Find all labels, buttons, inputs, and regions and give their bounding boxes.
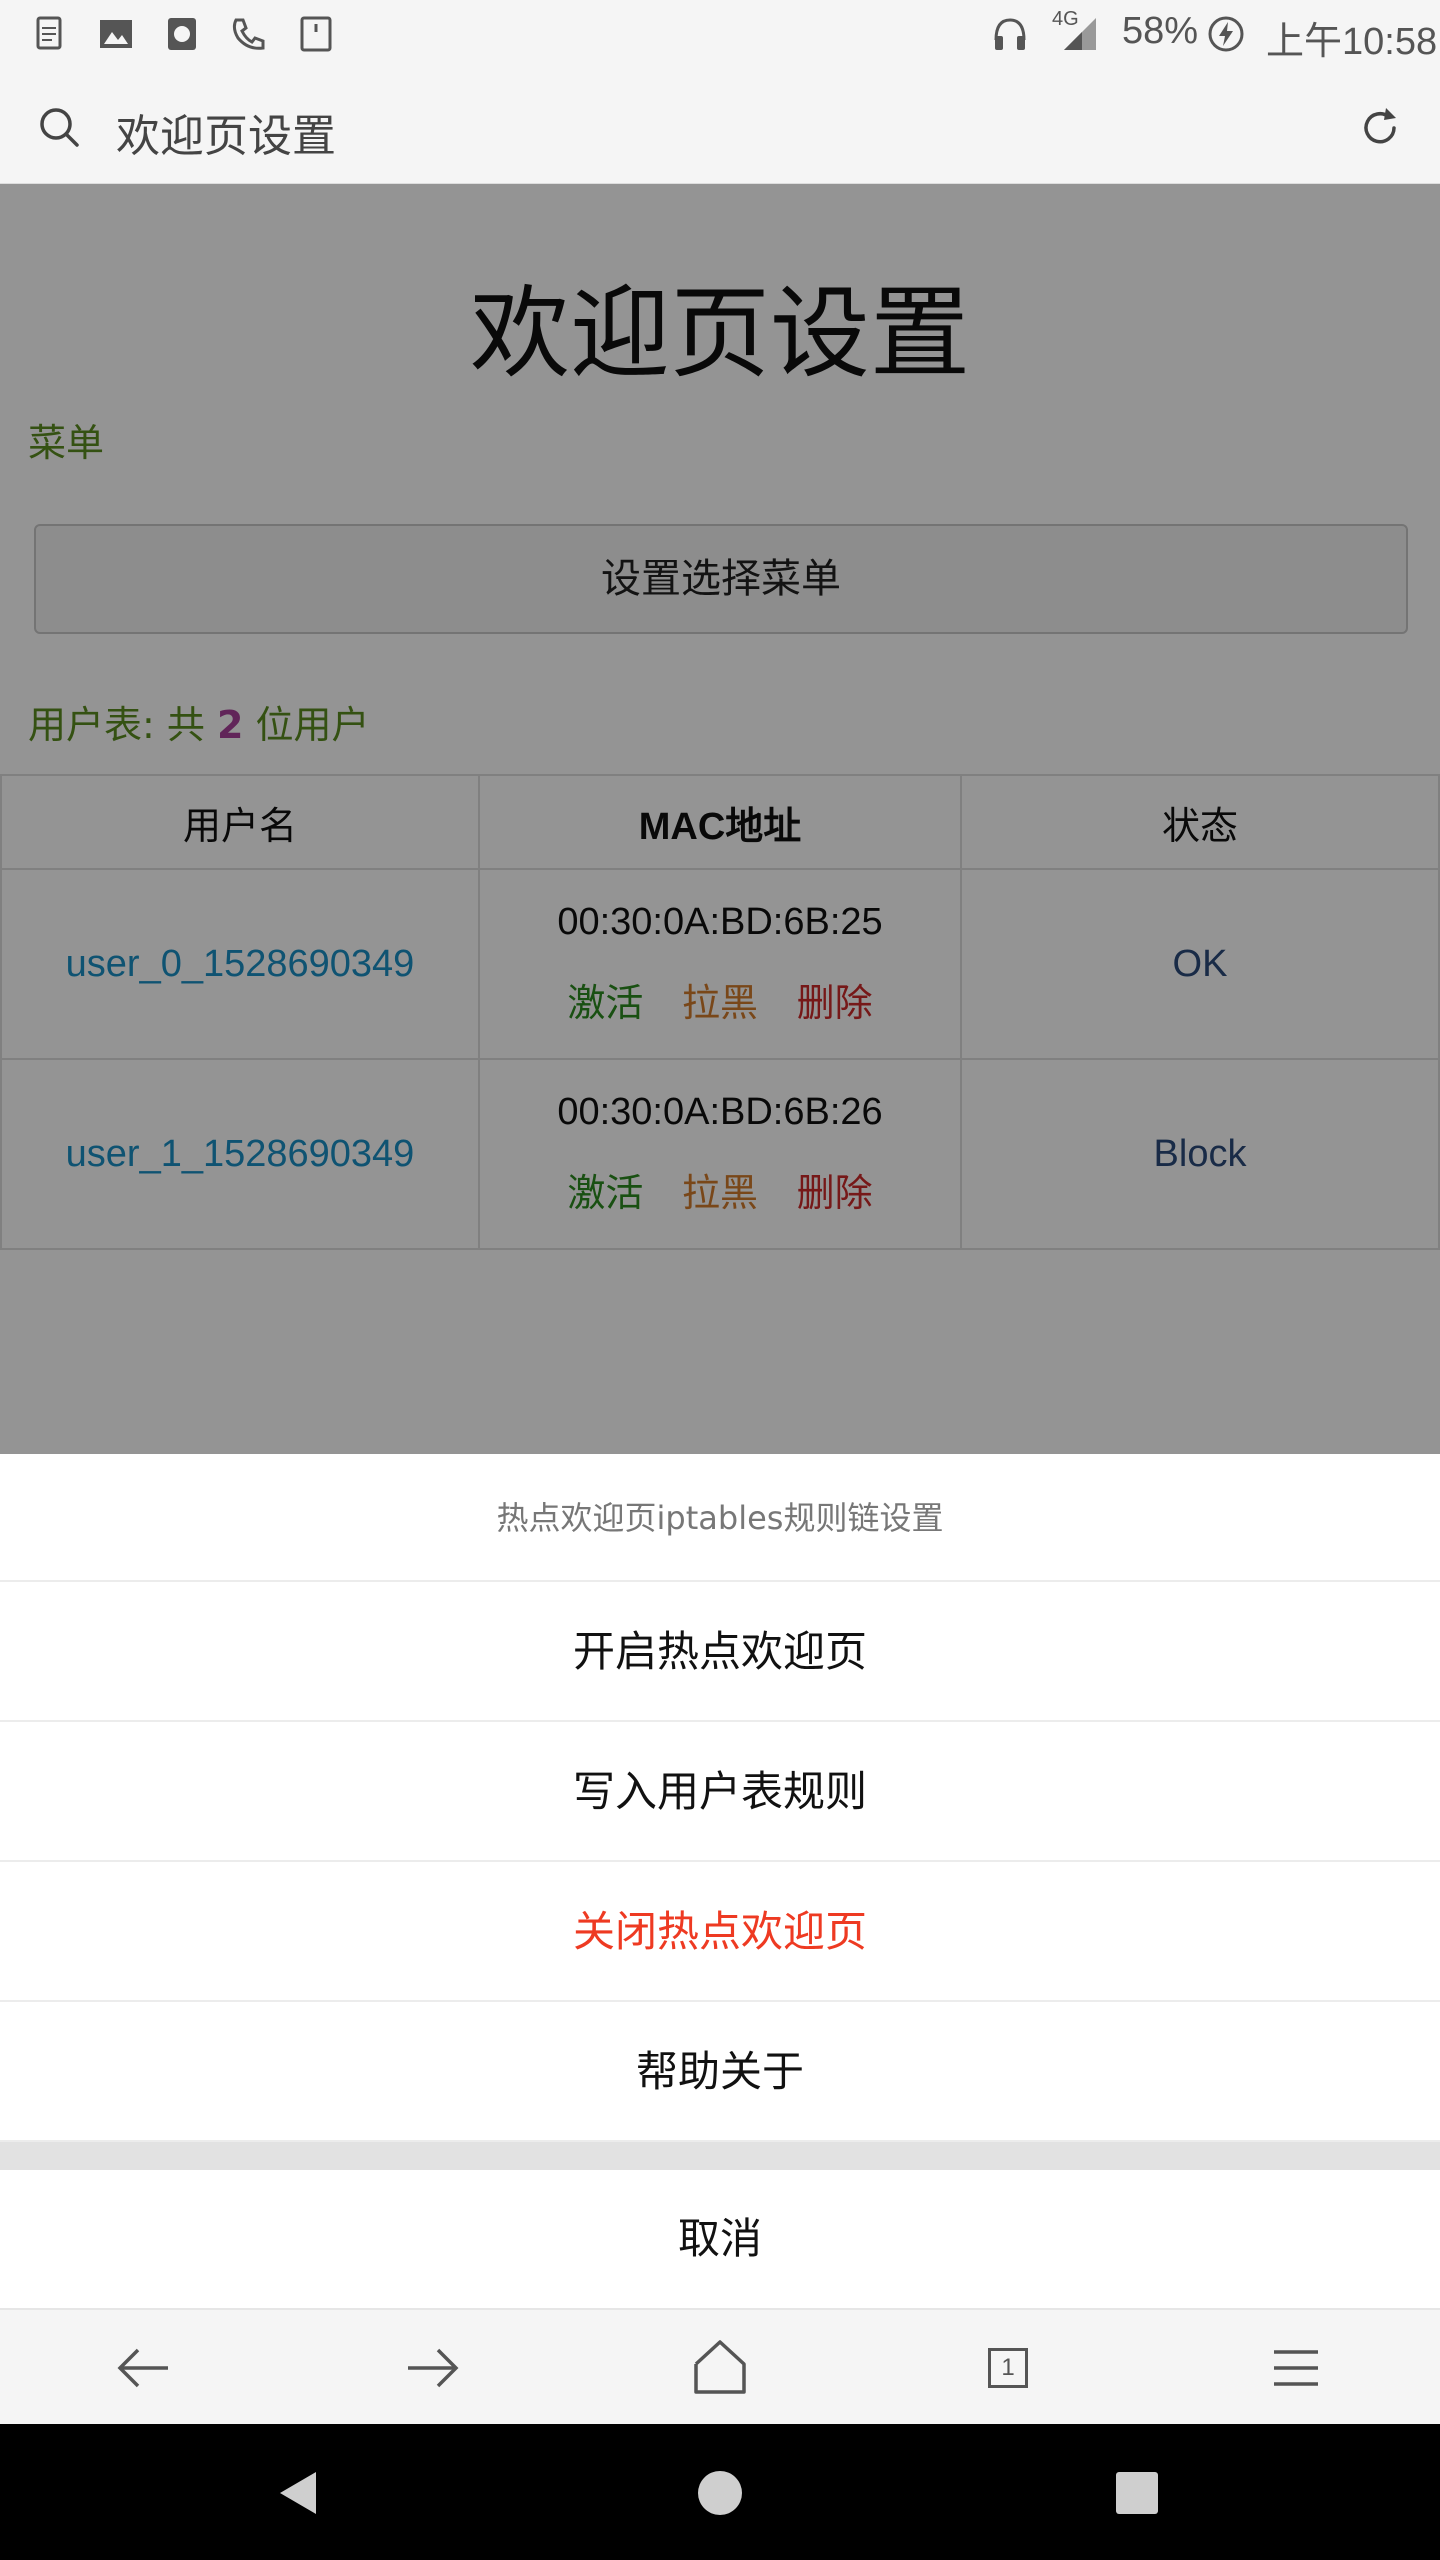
tabs-button[interactable]: 1 (970, 2330, 1046, 2406)
write-user-rules-option[interactable]: 写入用户表规则 (0, 1722, 1440, 1862)
nav-home-icon[interactable] (685, 2458, 755, 2528)
status-bar: 4G 58% 上午10:58 (0, 0, 1440, 70)
system-navigation-bar (0, 2424, 1440, 2560)
nav-recents-icon[interactable] (1102, 2458, 1172, 2528)
app-icon (168, 18, 196, 50)
home-icon[interactable] (682, 2330, 758, 2406)
refresh-icon[interactable] (1356, 104, 1404, 152)
modal-overlay[interactable] (0, 184, 1440, 1454)
document-icon (36, 16, 62, 50)
sd-card-icon (300, 16, 332, 52)
browser-address-bar[interactable]: 欢迎页设置 (0, 70, 1440, 184)
clock: 上午10:58 (1266, 21, 1438, 63)
back-arrow-icon[interactable] (106, 2330, 182, 2406)
cancel-button[interactable]: 取消 (0, 2170, 1440, 2308)
battery-charging-icon (1208, 16, 1244, 52)
nav-back-icon[interactable] (264, 2458, 334, 2528)
action-sheet: 热点欢迎页iptables规则链设置 开启热点欢迎页 写入用户表规则 关闭热点欢… (0, 1454, 1440, 2308)
menu-icon[interactable] (1258, 2330, 1334, 2406)
headphones-icon (994, 18, 1026, 50)
page-url-title[interactable]: 欢迎页设置 (116, 100, 336, 164)
tab-count: 1 (988, 2348, 1028, 2388)
action-sheet-divider (0, 2142, 1440, 2170)
disable-welcome-page-option[interactable]: 关闭热点欢迎页 (0, 1862, 1440, 2002)
enable-welcome-page-option[interactable]: 开启热点欢迎页 (0, 1582, 1440, 1722)
signal-icon (1064, 18, 1096, 50)
search-icon[interactable] (36, 104, 82, 150)
browser-toolbar: 1 (0, 2308, 1440, 2424)
phone-icon (232, 18, 265, 50)
battery-percent: 58% (1122, 10, 1199, 52)
image-icon (100, 20, 132, 48)
action-sheet-title: 热点欢迎页iptables规则链设置 (0, 1454, 1440, 1582)
forward-arrow-icon[interactable] (394, 2330, 470, 2406)
help-about-option[interactable]: 帮助关于 (0, 2002, 1440, 2142)
